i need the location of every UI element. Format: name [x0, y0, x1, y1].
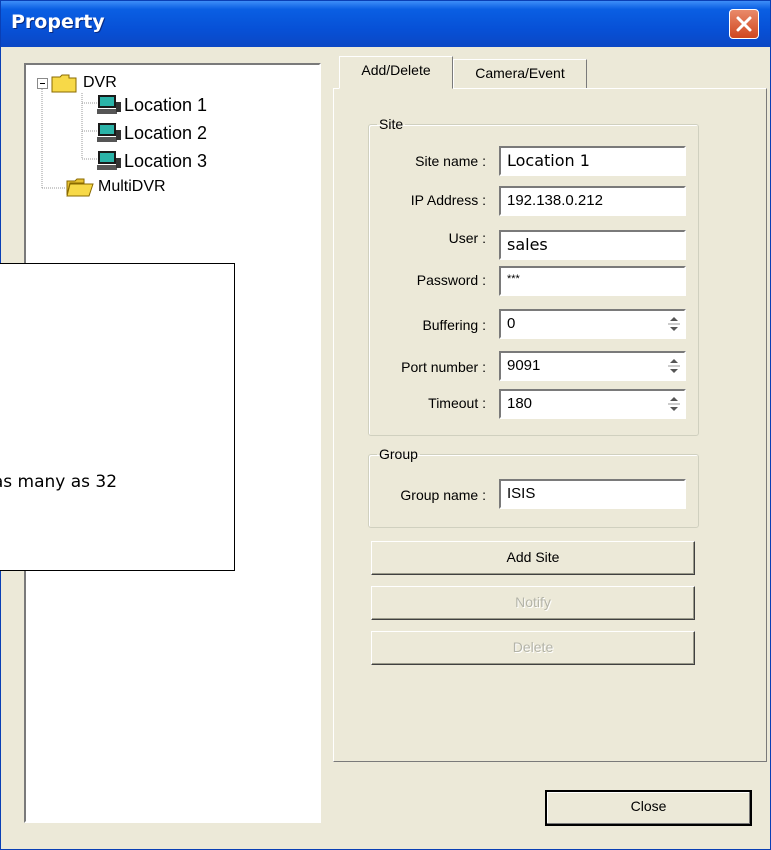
folder-icon [51, 74, 77, 93]
collapse-icon[interactable] [37, 77, 48, 89]
buffering-label: Buffering : [422, 317, 486, 333]
port-number-label: Port number : [401, 359, 486, 375]
buffering-value: 0 [507, 315, 516, 332]
buffering-spinbox[interactable]: 0 [499, 309, 686, 339]
port-number-value: 9091 [507, 357, 541, 374]
tree-node-multidvr[interactable]: MultiDVR [66, 177, 166, 197]
group-legend: Group [379, 446, 418, 462]
user-label: User : [448, 230, 486, 246]
delete-button[interactable]: Delete [371, 631, 695, 665]
site-name-field[interactable]: Location 1 [499, 146, 686, 176]
timeout-label: Timeout : [428, 395, 486, 411]
port-number-spinbox[interactable]: 9091 [499, 351, 686, 381]
tree-label-location-2: Location 2 [124, 122, 208, 143]
tree-node-dvr[interactable]: DVR [37, 73, 117, 93]
site-legend: Site [379, 116, 404, 132]
group-name-field[interactable]: ISIS [499, 479, 686, 509]
tab-add-delete[interactable]: Add/Delete [339, 56, 453, 89]
password-field[interactable]: *** [499, 266, 686, 296]
notify-button[interactable]: Notify [371, 586, 695, 620]
group-name-label: Group name : [400, 487, 486, 503]
ip-address-label: IP Address : [410, 192, 486, 208]
spin-arrows-icon[interactable] [667, 314, 681, 334]
tree-label-multidvr: MultiDVR [98, 178, 166, 195]
timeout-value: 180 [507, 395, 533, 412]
open-folder-icon [66, 178, 94, 197]
tree-node-location-3[interactable]: Location 3 [96, 150, 207, 172]
password-label: Password : [416, 272, 486, 288]
timeout-spinbox[interactable]: 180 [499, 389, 686, 419]
user-field[interactable]: sales [499, 230, 686, 260]
close-icon [736, 16, 752, 32]
close-window-button[interactable] [729, 9, 759, 39]
dvr-monitor-icon [97, 95, 121, 114]
tree-label-location-3: Location 3 [124, 150, 208, 171]
add-site-button[interactable]: Add Site [371, 541, 695, 575]
window-title: Property [11, 11, 105, 33]
spin-arrows-icon[interactable] [667, 356, 681, 376]
dvr-monitor-icon [97, 123, 121, 142]
spin-arrows-icon[interactable] [667, 394, 681, 414]
tab-camera-event[interactable]: Camera/Event [453, 59, 587, 89]
title-bar[interactable]: Property [1, 1, 770, 47]
dvr-monitor-icon [97, 151, 121, 170]
site-name-label: Site name : [415, 153, 486, 169]
callout-box: er as many as 32 [0, 263, 235, 571]
ip-address-field[interactable]: 192.138.0.212 [499, 186, 686, 216]
property-dialog: Property DVR Location 1 Location 2 Locat… [0, 0, 771, 850]
tree-label-location-1: Location 1 [124, 94, 208, 115]
add-delete-panel: Site Site name : Location 1 IP Address :… [333, 88, 767, 762]
tree-node-location-1[interactable]: Location 1 [96, 94, 207, 116]
tree-node-location-2[interactable]: Location 2 [96, 122, 207, 144]
close-button[interactable]: Close [545, 790, 752, 826]
tree-label-dvr: DVR [83, 74, 117, 91]
callout-text: er as many as 32 [0, 472, 118, 492]
